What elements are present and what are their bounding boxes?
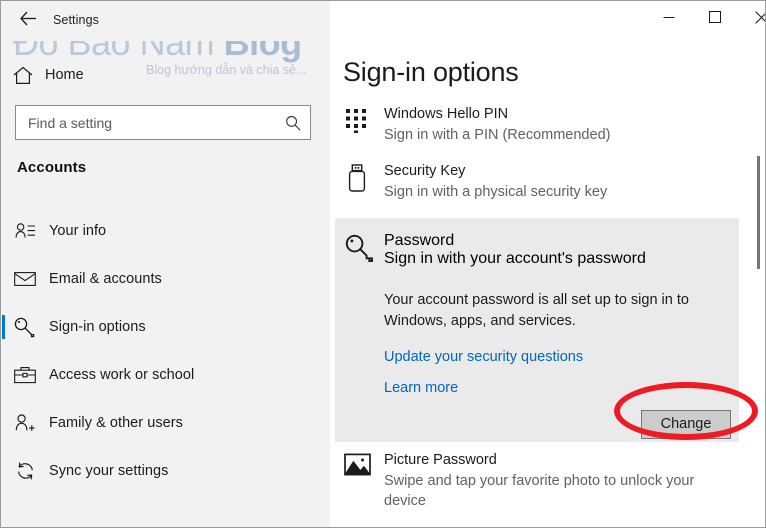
sidebar-item-email-accounts[interactable]: Email & accounts <box>1 255 330 303</box>
scrollbar-thumb[interactable] <box>757 156 760 269</box>
main-content: Sign-in options Windows Hello PIN Sign i… <box>330 41 765 527</box>
option-description: Sign in with a physical security key <box>384 184 608 200</box>
sidebar-item-family-other-users[interactable]: Family & other users <box>1 399 330 447</box>
password-status-text: Your account password is all set up to s… <box>384 292 689 329</box>
learn-more-link[interactable]: Learn more <box>384 380 458 396</box>
app-title: Settings <box>53 13 99 27</box>
password-section-panel[interactable]: Password Sign in with your account's pas… <box>335 218 739 442</box>
option-description: Sign in with a PIN (Recommended) <box>384 127 611 143</box>
settings-window: Settings Home Find a setting Accounts Yo… <box>0 0 766 528</box>
sidebar-item-access-work-school-label: Access work or school <box>49 367 195 383</box>
option-security-key[interactable]: Security Key Sign in with a physical sec… <box>330 162 739 202</box>
maximize-button[interactable] <box>692 1 738 33</box>
sidebar-nav-list: Your info Email & accounts Sign-in optio… <box>1 207 330 495</box>
key-icon <box>1 317 49 338</box>
sidebar-item-home[interactable]: Home <box>1 58 330 92</box>
option-text: Security Key Sign in with a physical sec… <box>384 162 739 202</box>
pin-keypad-icon <box>330 105 384 145</box>
option-description: Sign in with your account's password <box>384 250 646 267</box>
sidebar-item-your-info-label: Your info <box>49 223 107 239</box>
back-button[interactable] <box>11 5 45 37</box>
close-icon <box>754 10 765 24</box>
option-text: Picture Password Swipe and tap your favo… <box>384 451 739 511</box>
search-input[interactable] <box>16 114 276 131</box>
option-windows-hello-pin[interactable]: Windows Hello PIN Sign in with a PIN (Re… <box>330 105 739 145</box>
option-text: Windows Hello PIN Sign in with a PIN (Re… <box>384 105 739 145</box>
minimize-button[interactable] <box>646 1 692 33</box>
sidebar-item-sign-in-options-label: Sign-in options <box>49 319 146 335</box>
sidebar-item-family-other-users-label: Family & other users <box>49 415 183 431</box>
sidebar-item-home-label: Home <box>45 67 84 83</box>
title-bar-sidebar-fill <box>1 1 330 41</box>
option-title: Security Key <box>384 163 466 179</box>
sidebar-item-sign-in-options[interactable]: Sign-in options <box>1 303 330 351</box>
close-button[interactable] <box>738 1 765 33</box>
page-title: Sign-in options <box>343 57 519 87</box>
person-info-icon <box>1 222 49 240</box>
person-add-icon <box>1 413 49 433</box>
sync-icon <box>1 461 49 481</box>
sidebar-item-sync-your-settings[interactable]: Sync your settings <box>1 447 330 495</box>
option-description: Swipe and tap your favorite photo to unl… <box>384 473 695 509</box>
change-button[interactable]: Change <box>641 410 731 439</box>
picture-icon <box>330 451 384 511</box>
briefcase-icon <box>1 366 49 384</box>
key-icon <box>335 232 384 268</box>
sidebar-item-sync-your-settings-label: Sync your settings <box>49 463 169 479</box>
option-title: Picture Password <box>384 452 497 468</box>
option-picture-password[interactable]: Picture Password Swipe and tap your favo… <box>330 451 739 511</box>
sidebar-heading: Accounts <box>17 159 87 176</box>
option-password[interactable]: Password Sign in with your account's pas… <box>335 232 739 268</box>
envelope-icon <box>1 271 49 287</box>
option-title: Windows Hello PIN <box>384 106 509 122</box>
selection-accent-bar <box>2 411 5 435</box>
back-arrow-icon <box>19 11 37 31</box>
sidebar-item-email-accounts-label: Email & accounts <box>49 271 162 287</box>
maximize-icon <box>709 11 721 23</box>
selection-accent-bar <box>2 315 5 339</box>
title-bar: Settings <box>1 1 765 41</box>
selection-accent-bar <box>2 459 5 483</box>
update-security-questions-link[interactable]: Update your security questions <box>384 349 583 365</box>
selection-accent-bar <box>2 363 5 387</box>
usb-security-key-icon <box>330 162 384 202</box>
option-title: Password <box>384 232 455 249</box>
search-box[interactable] <box>15 105 311 140</box>
sidebar: Home Accounts <box>1 41 330 527</box>
sidebar-item-your-info[interactable]: Your info <box>1 207 330 255</box>
minimize-icon <box>663 11 675 23</box>
selection-accent-bar <box>2 267 5 291</box>
home-icon <box>1 66 45 85</box>
search-icon[interactable] <box>276 106 310 139</box>
sidebar-item-access-work-school[interactable]: Access work or school <box>1 351 330 399</box>
scrollbar-track[interactable] <box>754 41 765 527</box>
selection-accent-bar <box>2 219 5 243</box>
option-text: Password Sign in with your account's pas… <box>384 232 646 268</box>
